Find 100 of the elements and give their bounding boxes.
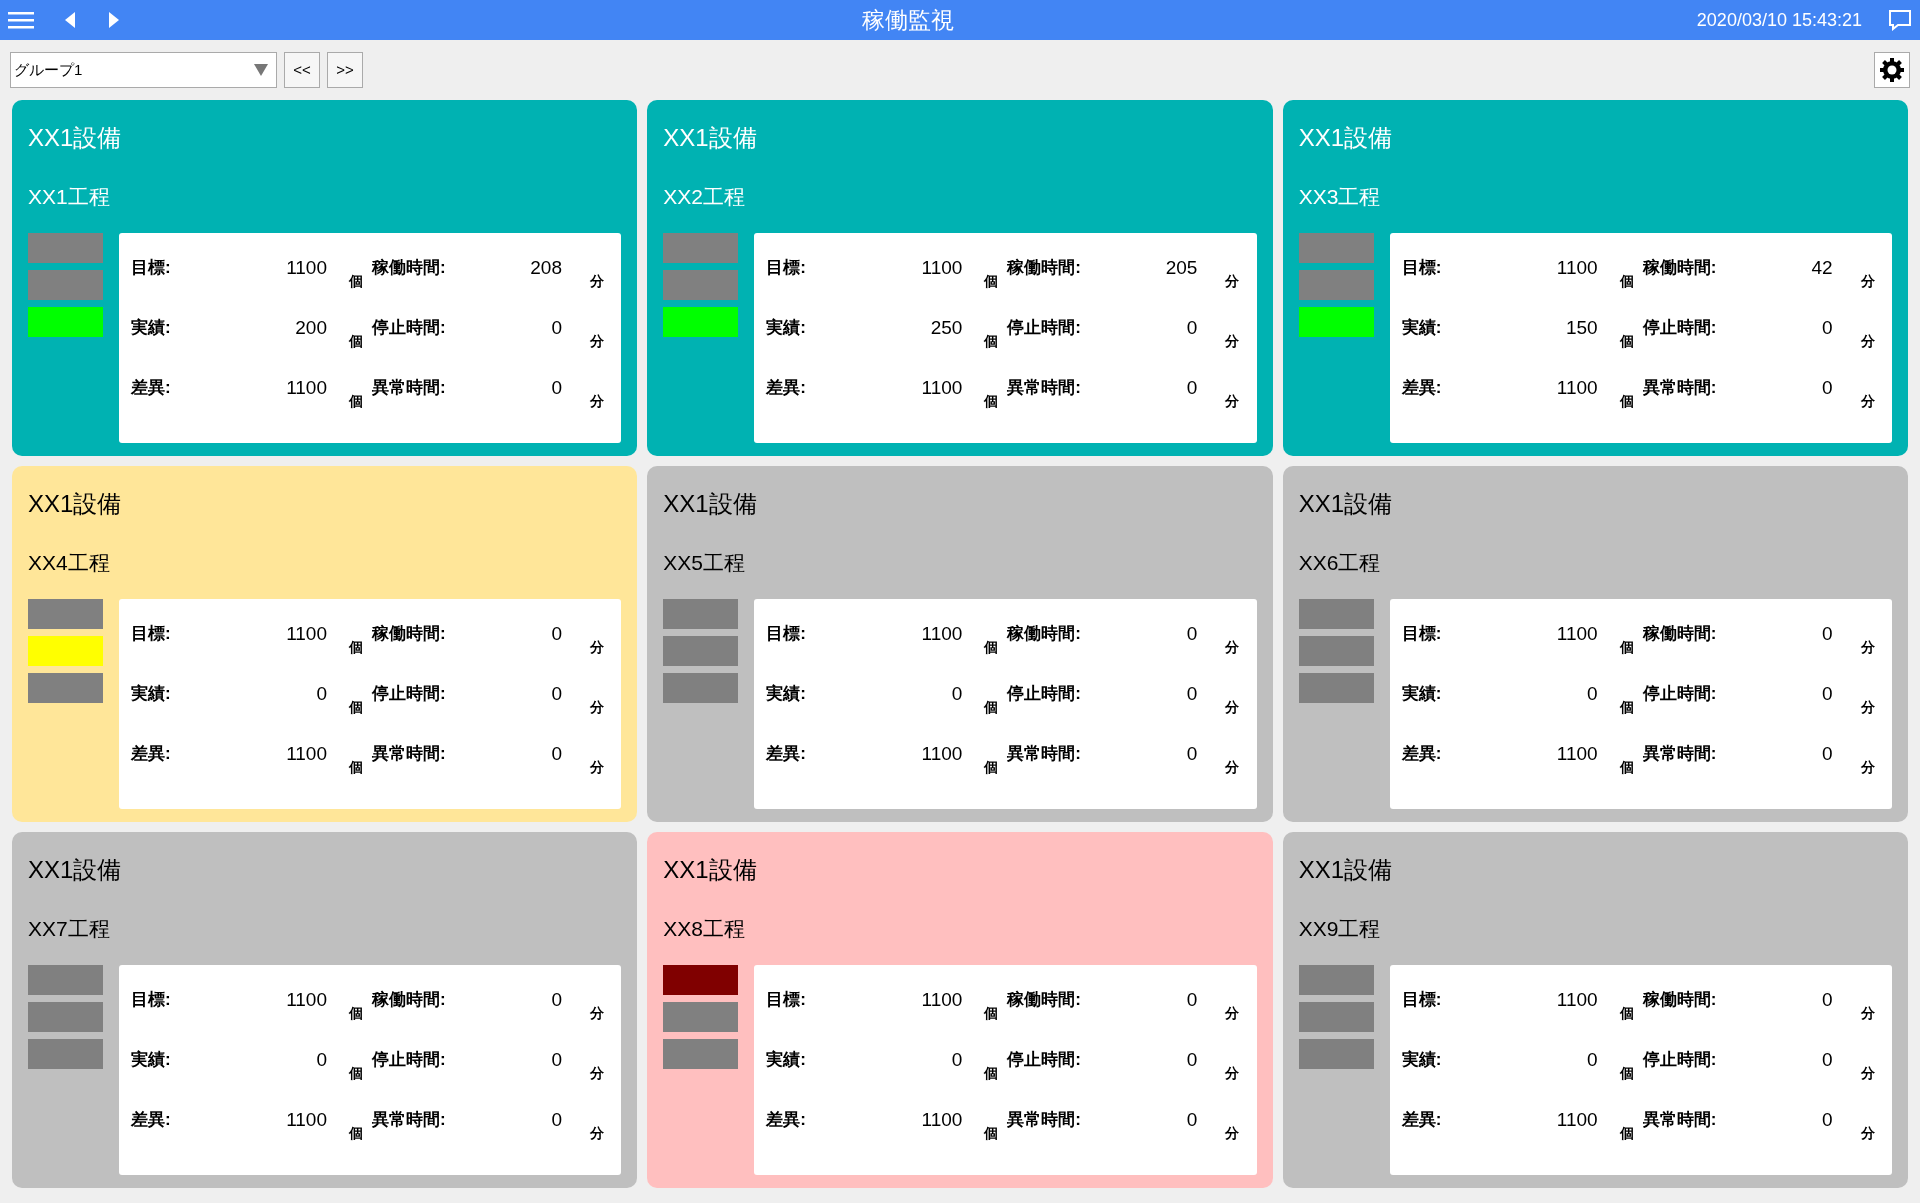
forward-icon[interactable] bbox=[108, 11, 120, 29]
metric-label: 停止時間: bbox=[1007, 683, 1082, 705]
unit-label: 個 bbox=[348, 392, 364, 411]
metric-value: 1100 bbox=[920, 988, 963, 1012]
unit-label: 個 bbox=[983, 1124, 1000, 1143]
metric-label: 目標: bbox=[131, 257, 172, 279]
menu-icon[interactable] bbox=[8, 11, 34, 29]
metric-value: 1100 bbox=[920, 622, 963, 646]
unit-label: 個 bbox=[983, 1004, 1000, 1023]
metric-value: 0 bbox=[550, 988, 562, 1012]
metric-value: 208 bbox=[529, 256, 562, 280]
metric-value: 1100 bbox=[1555, 1108, 1598, 1132]
unit-label: 個 bbox=[348, 698, 364, 717]
unit-label: 分 bbox=[589, 638, 605, 657]
dropdown-icon bbox=[254, 64, 268, 76]
unit-label: 分 bbox=[1224, 638, 1241, 657]
unit-label: 分 bbox=[1859, 1064, 1876, 1083]
previous-button[interactable]: << bbox=[284, 52, 320, 88]
metric-value: 0 bbox=[1821, 316, 1833, 340]
machine-name: XX1設備 bbox=[28, 855, 123, 885]
metric-label: 差異: bbox=[766, 743, 807, 765]
metric-label: 目標: bbox=[766, 989, 807, 1011]
metric-label: 稼働時間: bbox=[1642, 623, 1718, 645]
metric-label: 稼働時間: bbox=[372, 989, 447, 1011]
metric-label: 差異: bbox=[131, 1109, 172, 1131]
unit-label: 分 bbox=[1859, 272, 1876, 291]
metric-value: 0 bbox=[1185, 316, 1198, 340]
unit-label: 分 bbox=[589, 1064, 605, 1083]
metric-value: 1100 bbox=[285, 622, 327, 646]
process-name: XX2工程 bbox=[663, 184, 747, 210]
back-icon[interactable] bbox=[64, 11, 76, 29]
metric-value: 0 bbox=[1821, 682, 1833, 706]
metric-label: 稼働時間: bbox=[1007, 989, 1082, 1011]
next-button[interactable]: >> bbox=[327, 52, 363, 88]
unit-label: 分 bbox=[1859, 1004, 1876, 1023]
unit-label: 分 bbox=[589, 698, 605, 717]
unit-label: 個 bbox=[983, 1064, 1000, 1083]
metric-value: 1100 bbox=[1555, 256, 1598, 280]
unit-label: 分 bbox=[589, 272, 605, 291]
metric-value: 0 bbox=[1821, 988, 1833, 1012]
metric-value: 0 bbox=[315, 682, 327, 706]
metric-label: 実績: bbox=[131, 317, 172, 339]
settings-icon bbox=[1879, 57, 1905, 83]
metric-value: 1100 bbox=[285, 376, 327, 400]
machine-name: XX1設備 bbox=[663, 489, 758, 519]
metric-label: 目標: bbox=[131, 989, 172, 1011]
unit-label: 個 bbox=[1618, 1124, 1635, 1143]
unit-label: 個 bbox=[983, 638, 1000, 657]
metric-value: 1100 bbox=[1555, 622, 1598, 646]
unit-label: 個 bbox=[1618, 392, 1635, 411]
unit-label: 分 bbox=[1859, 638, 1876, 657]
metric-label: 停止時間: bbox=[372, 1049, 447, 1071]
metric-label: 目標: bbox=[766, 623, 807, 645]
metric-label: 異常時間: bbox=[372, 377, 447, 399]
unit-label: 分 bbox=[1224, 1124, 1241, 1143]
unit-label: 分 bbox=[589, 1124, 605, 1143]
process-name: XX9工程 bbox=[1298, 916, 1382, 942]
unit-label: 個 bbox=[983, 698, 1000, 717]
metric-value: 0 bbox=[950, 1048, 963, 1072]
metric-value: 1100 bbox=[920, 256, 963, 280]
unit-label: 分 bbox=[1224, 332, 1241, 351]
process-name: XX6工程 bbox=[1298, 550, 1382, 576]
metric-value: 205 bbox=[1164, 256, 1198, 280]
group-select[interactable]: グループ1 bbox=[10, 52, 277, 88]
metric-value: 0 bbox=[1185, 1048, 1198, 1072]
unit-label: 分 bbox=[1224, 392, 1241, 411]
metric-label: 停止時間: bbox=[1642, 317, 1718, 339]
metric-label: 稼働時間: bbox=[372, 257, 447, 279]
metric-value: 42 bbox=[1810, 256, 1833, 280]
metric-label: 差異: bbox=[1401, 377, 1443, 399]
machine-name: XX1設備 bbox=[663, 855, 758, 885]
metric-label: 実績: bbox=[766, 683, 807, 705]
machine-name: XX1設備 bbox=[1298, 123, 1394, 153]
unit-label: 分 bbox=[589, 1004, 605, 1023]
metric-value: 0 bbox=[950, 682, 963, 706]
unit-label: 個 bbox=[348, 332, 364, 351]
settings-button[interactable] bbox=[1874, 52, 1910, 88]
metric-value: 0 bbox=[1821, 376, 1833, 400]
metric-label: 停止時間: bbox=[372, 683, 447, 705]
metric-value: 0 bbox=[1185, 742, 1198, 766]
metric-label: 実績: bbox=[766, 1049, 807, 1071]
metric-value: 0 bbox=[550, 682, 562, 706]
unit-label: 分 bbox=[1224, 1004, 1241, 1023]
metric-label: 差異: bbox=[766, 1109, 807, 1131]
metric-value: 0 bbox=[550, 376, 562, 400]
process-name: XX3工程 bbox=[1298, 184, 1382, 210]
metric-label: 異常時間: bbox=[372, 1109, 447, 1131]
metric-label: 異常時間: bbox=[1642, 1109, 1718, 1131]
metric-value: 1100 bbox=[1555, 376, 1598, 400]
metric-value: 0 bbox=[1821, 742, 1833, 766]
unit-label: 分 bbox=[1224, 1064, 1241, 1083]
metric-value: 1100 bbox=[285, 1108, 327, 1132]
metric-value: 1100 bbox=[285, 256, 327, 280]
unit-label: 分 bbox=[1859, 698, 1876, 717]
metric-value: 0 bbox=[550, 742, 562, 766]
chat-icon[interactable] bbox=[1888, 9, 1912, 31]
metric-label: 実績: bbox=[131, 683, 172, 705]
unit-label: 分 bbox=[1859, 332, 1876, 351]
unit-label: 個 bbox=[1618, 1004, 1635, 1023]
metric-label: 稼働時間: bbox=[1642, 989, 1718, 1011]
